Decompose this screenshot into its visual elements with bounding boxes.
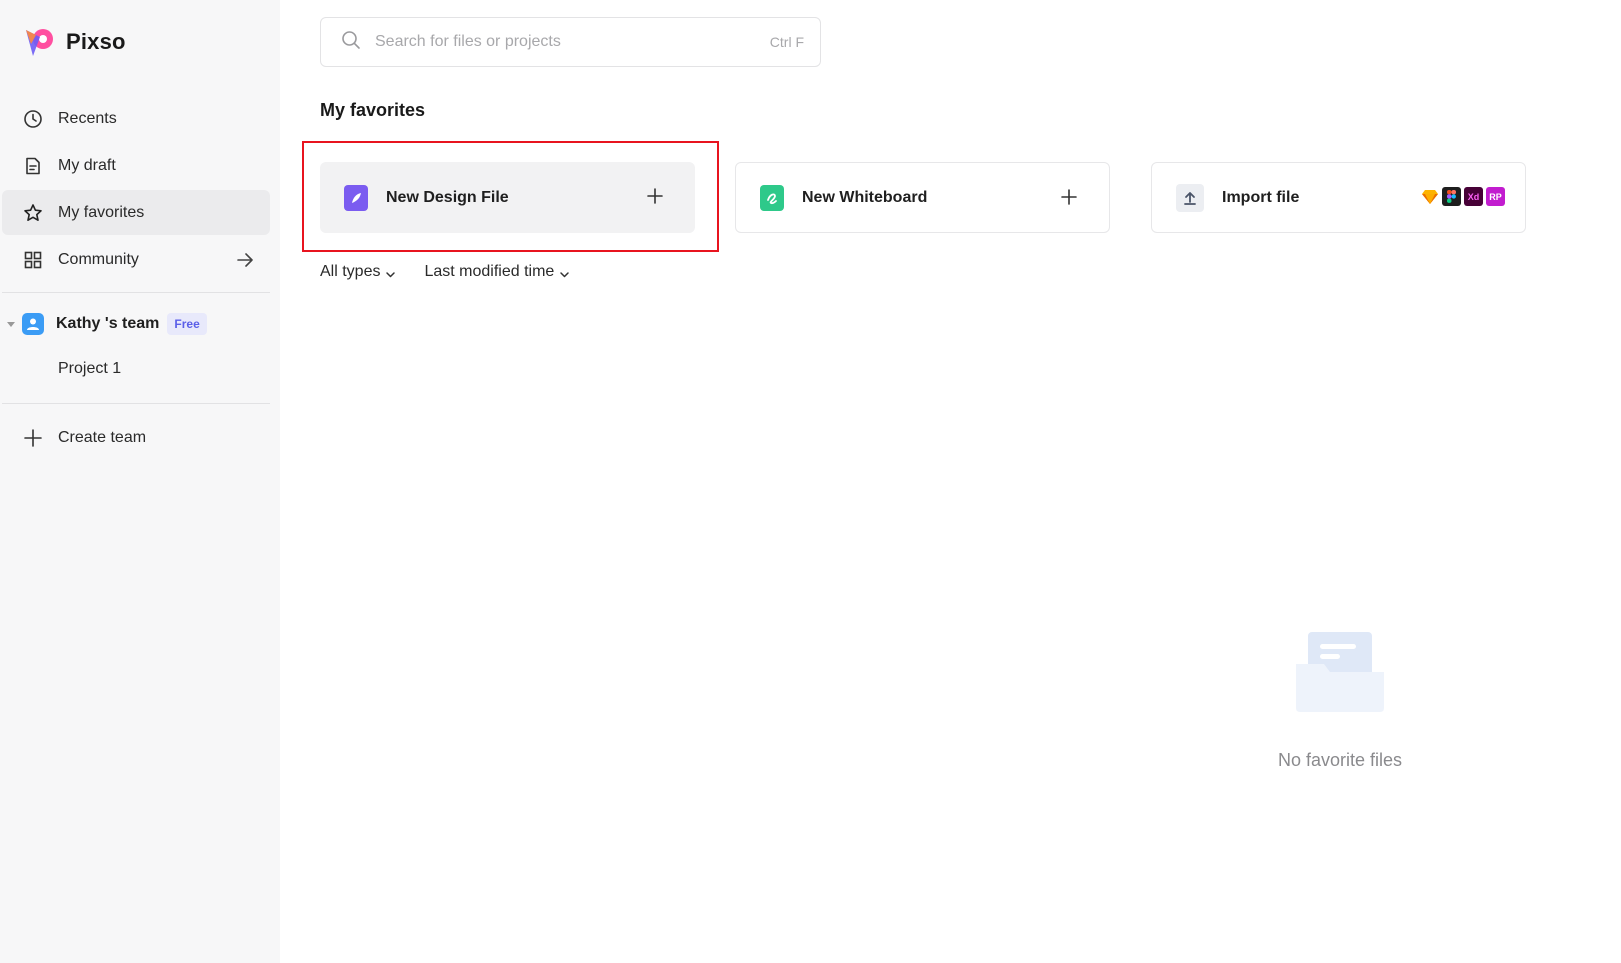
card-label: New Design File — [386, 188, 509, 206]
sidebar-item-label: My draft — [58, 156, 116, 174]
filter-label: Last modified time — [424, 263, 555, 280]
sketch-icon — [1420, 187, 1439, 206]
new-design-file-card[interactable]: New Design File — [320, 162, 695, 233]
team-header[interactable]: Kathy 's team Free — [6, 310, 207, 338]
create-team-label: Create team — [58, 429, 147, 446]
figma-icon — [1442, 187, 1461, 206]
sidebar-divider — [2, 292, 270, 293]
empty-folder-icon — [1294, 630, 1386, 714]
pixso-logo-icon — [22, 24, 58, 60]
design-file-icon — [344, 184, 368, 211]
empty-state: No favorite files — [1265, 630, 1415, 771]
sort-dropdown[interactable]: Last modified time — [424, 263, 570, 281]
user-icon — [27, 318, 39, 330]
search-icon — [341, 30, 361, 55]
draft-document-icon — [22, 155, 44, 177]
card-label: New Whiteboard — [802, 188, 928, 206]
new-whiteboard-card[interactable]: New Whiteboard — [735, 162, 1110, 233]
app-name: Pixso — [66, 29, 126, 54]
upload-icon — [1176, 183, 1204, 212]
rp-icon: RP — [1486, 187, 1505, 206]
sidebar: Pixso Recents My draft My favorites Comm… — [0, 0, 280, 963]
star-icon — [22, 202, 44, 224]
chevron-down-icon — [385, 267, 396, 278]
sidebar-item-label: Community — [58, 250, 139, 268]
sidebar-item-my-draft[interactable]: My draft — [2, 143, 270, 188]
type-filter-dropdown[interactable]: All types — [320, 263, 396, 281]
plan-badge: Free — [167, 313, 207, 335]
sidebar-item-community[interactable]: Community — [2, 237, 270, 282]
page-title: My favorites — [320, 100, 426, 120]
search-shortcut-hint: Ctrl F — [769, 34, 804, 50]
sidebar-nav: Recents My draft My favorites Community — [2, 96, 270, 284]
import-formats: Xd RP — [1420, 187, 1505, 206]
sidebar-item-label: My favorites — [58, 203, 145, 221]
sidebar-item-recents[interactable]: Recents — [2, 96, 270, 141]
create-team-button[interactable]: Create team — [22, 424, 146, 452]
chevron-down-icon — [559, 267, 570, 278]
filter-label: All types — [320, 263, 381, 280]
whiteboard-icon — [760, 184, 784, 211]
search-box[interactable]: Ctrl F — [320, 17, 821, 67]
plus-icon — [22, 427, 44, 449]
xd-icon: Xd — [1464, 187, 1483, 206]
search-input[interactable] — [375, 33, 745, 51]
plus-icon[interactable] — [645, 186, 665, 206]
plus-icon[interactable] — [1059, 187, 1079, 207]
grid-icon — [22, 249, 44, 271]
arrow-right-icon — [234, 249, 256, 271]
filter-bar: All types Last modified time — [320, 263, 598, 281]
empty-state-text: No favorite files — [1277, 750, 1403, 770]
sidebar-item-project[interactable]: Project 1 — [58, 360, 121, 378]
sidebar-divider — [2, 403, 270, 404]
import-file-card[interactable]: Import file Xd RP — [1151, 162, 1526, 233]
clock-icon — [22, 108, 44, 130]
caret-down-icon[interactable] — [6, 319, 16, 329]
card-label: Import file — [1222, 188, 1300, 206]
team-name: Kathy 's team — [56, 315, 160, 332]
sidebar-item-my-favorites[interactable]: My favorites — [2, 190, 270, 235]
team-avatar — [22, 313, 44, 335]
pixso-logo[interactable]: Pixso — [22, 24, 126, 60]
sidebar-item-label: Recents — [58, 109, 117, 127]
